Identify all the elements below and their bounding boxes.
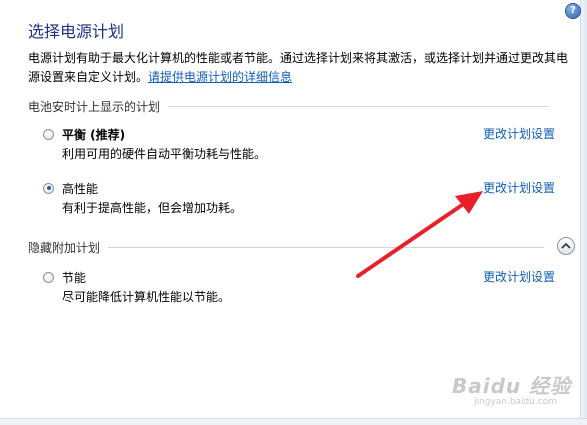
watermark-brand: Baidu 经验 [452, 374, 572, 398]
annotation-arrow-icon [356, 191, 483, 278]
watermark: Baidu 经验 jingyan.baidu.com [452, 370, 572, 410]
